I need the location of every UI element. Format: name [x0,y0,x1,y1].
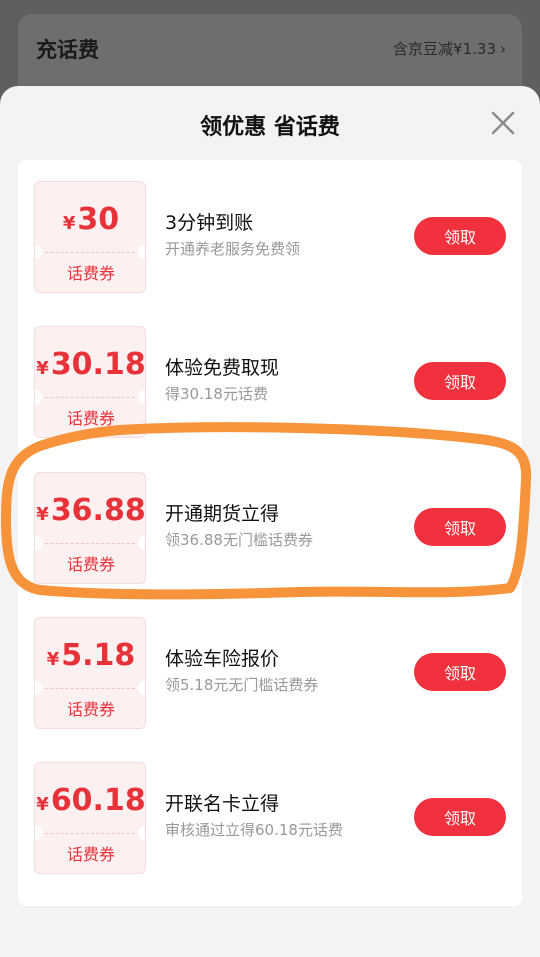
chevron-right-icon: › [500,40,506,58]
coupon-badge: ¥5.18 话费券 [34,617,146,729]
coupon-type: 话费券 [66,409,115,428]
currency-symbol: ¥ [62,213,76,234]
close-button[interactable] [490,110,516,136]
coupon-amount: ¥30.18 [35,347,146,387]
offer-title: 体验免费取现 [165,357,280,379]
offer-subtitle: 领5.18元无门槛话费券 [165,676,319,694]
coupon-amount: ¥36.88 [35,493,146,533]
offer-info: 体验车险报价 领5.18元无门槛话费券 [165,647,318,695]
coupon-type: 话费券 [66,555,115,574]
coupon-badge: ¥60.18 话费券 [34,762,146,874]
coupon-sheet: 领优惠 省话费 ¥30 话费券 3分钟到账 开通养老服务免费领 领取 ¥30.1… [0,86,540,957]
claim-button[interactable]: 领取 [414,362,506,400]
coupon-list: ¥30 话费券 3分钟到账 开通养老服务免费领 领取 ¥30.18 话费券 体验… [18,160,522,906]
offer-subtitle: 得30.18元话费 [165,385,268,403]
sheet-title: 领优惠 省话费 [200,115,340,140]
offer-title: 3分钟到账 [165,212,254,234]
offer-subtitle: 开通养老服务免费领 [165,240,301,258]
coupon-type: 话费券 [66,700,115,719]
coupon-amount: ¥30 [35,202,145,242]
currency-symbol: ¥ [36,358,49,379]
background-discount: 含京豆减¥1.33 › [393,38,506,59]
coupon-badge: ¥30 话费券 [34,181,146,293]
currency-symbol: ¥ [36,504,49,525]
list-item: ¥60.18 话费券 开联名卡立得 审核通过立得60.18元话费 领取 [18,762,522,874]
currency-symbol: ¥ [36,794,49,815]
coupon-amount: ¥5.18 [35,638,145,678]
claim-button[interactable]: 领取 [414,217,506,255]
offer-info: 开联名卡立得 审核通过立得60.18元话费 [165,792,343,840]
offer-title: 体验车险报价 [165,648,280,670]
offer-title: 开联名卡立得 [165,793,280,815]
coupon-value: 60.18 [50,783,146,818]
list-item: ¥30.18 话费券 体验免费取现 得30.18元话费 领取 [18,326,522,438]
coupon-value: 30.18 [50,347,146,382]
background-title: 充话费 [36,38,99,62]
coupon-type: 话费券 [66,845,115,864]
list-item: ¥36.88 话费券 开通期货立得 领36.88无门槛话费券 领取 [18,472,522,584]
list-item: ¥30 话费券 3分钟到账 开通养老服务免费领 领取 [18,181,522,293]
currency-symbol: ¥ [46,649,60,670]
offer-subtitle: 领36.88无门槛话费券 [165,531,313,549]
offer-subtitle: 审核通过立得60.18元话费 [165,821,343,839]
offer-title: 开通期货立得 [165,503,280,525]
list-item: ¥5.18 话费券 体验车险报价 领5.18元无门槛话费券 领取 [18,617,522,729]
coupon-type: 话费券 [66,264,115,283]
coupon-value: 30 [77,202,120,237]
coupon-amount: ¥60.18 [35,783,146,823]
coupon-value: 5.18 [61,638,136,673]
offer-info: 体验免费取现 得30.18元话费 [165,356,279,404]
close-icon [491,111,515,135]
coupon-badge: ¥36.88 话费券 [34,472,146,584]
offer-info: 开通期货立得 领36.88无门槛话费券 [165,502,313,550]
coupon-badge: ¥30.18 话费券 [34,326,146,438]
offer-info: 3分钟到账 开通养老服务免费领 [165,211,300,259]
claim-button[interactable]: 领取 [414,798,506,836]
claim-button[interactable]: 领取 [414,508,506,546]
background-discount-text: 含京豆减¥1.33 [393,40,496,58]
coupon-value: 36.88 [50,493,146,528]
claim-button[interactable]: 领取 [414,653,506,691]
